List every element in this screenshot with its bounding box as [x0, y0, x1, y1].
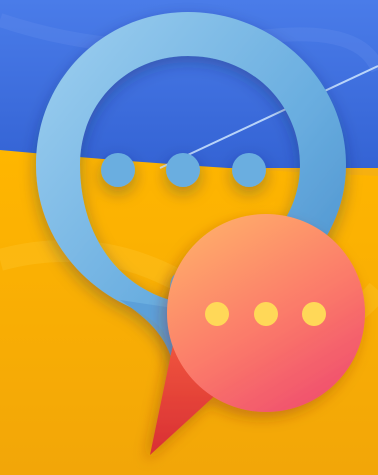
ring-bubble-dot — [101, 153, 135, 187]
artwork-canvas — [0, 0, 378, 475]
app-icon-artwork — [0, 0, 378, 475]
coral-bubble-dot — [302, 302, 326, 326]
ring-bubble-dot — [166, 153, 200, 187]
coral-bubble-dot — [254, 302, 278, 326]
ring-bubble-dot — [232, 153, 266, 187]
coral-bubble-dot — [205, 302, 229, 326]
